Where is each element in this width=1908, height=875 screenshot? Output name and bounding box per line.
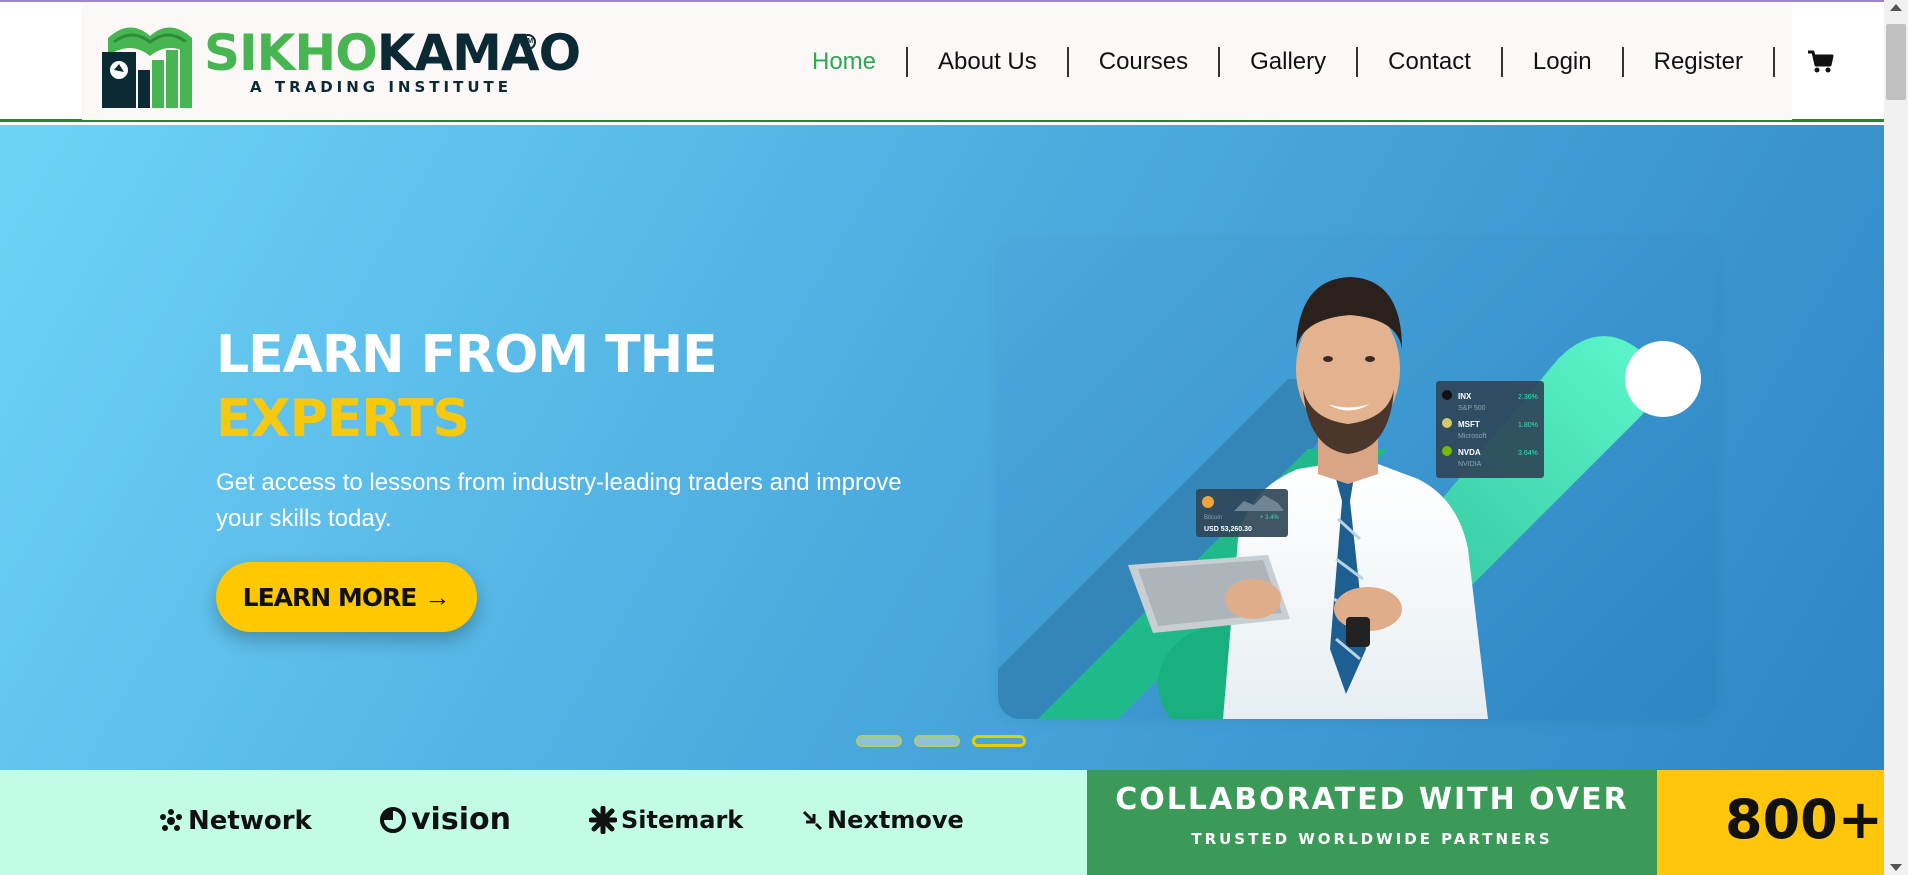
collab-subtitle: TRUSTED WORLDWIDE PARTNERS — [1191, 830, 1553, 848]
slide-indicators — [856, 735, 1026, 747]
partner-vision: vision — [379, 802, 511, 837]
scroll-down-arrow-icon[interactable] — [1890, 864, 1902, 871]
ticker-nvda-symbol: NVDA — [1458, 448, 1481, 457]
logo-word-green: SIKHO — [204, 24, 378, 82]
partner-network-label: Network — [188, 806, 312, 836]
ticker-inx-symbol: INX — [1458, 392, 1472, 401]
site-logo[interactable]: SIKHOKAMAO TM A TRADING INSTITUTE — [100, 16, 581, 108]
partner-sitemark: Sitemark — [589, 806, 743, 834]
hero-section: LEARN FROM THE EXPERTS Get access to les… — [0, 125, 1884, 770]
partner-nextmove-label: Nextmove — [827, 806, 964, 834]
network-icon — [160, 809, 182, 831]
partner-network: Network — [158, 806, 312, 836]
logo-word-dark: KAMAO — [376, 24, 581, 82]
learn-more-button[interactable]: LEARN MORE → — [216, 562, 477, 632]
slide-dot-1[interactable] — [856, 735, 902, 747]
nextmove-icon — [802, 810, 823, 831]
btc-label: Bitcoin — [1204, 515, 1222, 521]
ticker-nvda-name: NVIDIA — [1458, 461, 1482, 468]
nav-about-us[interactable]: About Us — [908, 47, 1069, 77]
scroll-thumb[interactable] — [1886, 24, 1906, 100]
partner-logos: Network vision Sitemark Nextmove — [0, 770, 1087, 875]
hero-title-line2: EXPERTS — [216, 389, 470, 449]
hero-subtitle: Get access to lessons from industry-lead… — [216, 469, 902, 532]
collaboration-banner: COLLABORATED WITH OVER TRUSTED WORLDWIDE… — [1087, 770, 1657, 875]
partner-sitemark-label: Sitemark — [621, 806, 744, 834]
partner-nextmove: Nextmove — [801, 806, 964, 834]
vision-icon — [380, 806, 406, 833]
header-container: SIKHOKAMAO TM A TRADING INSTITUTE Home A… — [82, 2, 1834, 120]
slide-dot-2[interactable] — [914, 735, 960, 747]
nav-courses[interactable]: Courses — [1069, 47, 1221, 77]
ticker-inx-name: S&P 500 — [1458, 405, 1486, 412]
partner-vision-label: vision — [411, 802, 511, 837]
page-scrollbar[interactable] — [1884, 0, 1908, 875]
logo-book-icon — [102, 27, 192, 108]
arrow-right-icon: → — [424, 581, 451, 612]
nav-login[interactable]: Login — [1503, 47, 1624, 77]
hero-image-card: INX S&P 500 2.36% MSFT Microsoft 1.80% N… — [998, 239, 1716, 719]
logo-tagline: A TRADING INSTITUTE — [250, 78, 512, 96]
sitemark-icon — [589, 806, 617, 834]
nav-home[interactable]: Home — [782, 47, 909, 77]
main-nav: Home About Us Courses Gallery Contact Lo… — [782, 38, 1835, 86]
ticker-nvda-change: 3.64% — [1518, 450, 1538, 457]
slide-dot-3[interactable] — [972, 735, 1026, 747]
learn-more-label: LEARN MORE — [242, 582, 418, 612]
cart-icon[interactable] — [1805, 47, 1835, 77]
ticker-msft-symbol: MSFT — [1458, 420, 1480, 429]
ticker-msft-change: 1.80% — [1518, 422, 1538, 429]
hero-title-line1: LEARN FROM THE — [216, 325, 718, 385]
collab-title: COLLABORATED WITH OVER — [1115, 782, 1629, 817]
partner-count: 800+ — [1725, 788, 1883, 851]
hero-illustration: INX S&P 500 2.36% MSFT Microsoft 1.80% N… — [998, 277, 1701, 719]
nav-contact[interactable]: Contact — [1358, 47, 1503, 77]
btc-change: + 3.4% — [1260, 515, 1280, 521]
ticker-inx-change: 2.36% — [1518, 394, 1538, 401]
trademark-badge: TM — [520, 34, 536, 50]
site-header: SIKHOKAMAO TM A TRADING INSTITUTE Home A… — [0, 2, 1884, 122]
ticker-msft-name: Microsoft — [1458, 433, 1486, 440]
partner-count-box: 800+ — [1657, 770, 1884, 875]
nav-register[interactable]: Register — [1624, 47, 1775, 77]
btc-price: USD 53,260.30 — [1204, 526, 1252, 533]
nav-gallery[interactable]: Gallery — [1220, 47, 1359, 77]
scroll-up-arrow-icon[interactable] — [1890, 4, 1902, 11]
